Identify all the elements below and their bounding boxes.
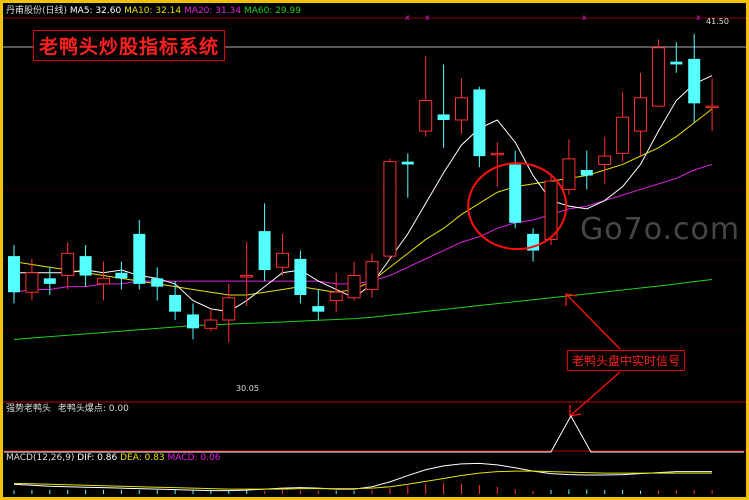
ma60-readout: MA60: 29.99 [243, 6, 301, 16]
macd-value: MACD: 0.06 [167, 453, 221, 463]
macd-dea: DEA: 0.83 [120, 453, 165, 463]
chart-frame [0, 0, 749, 500]
indicator-value: 老鸭头爆点: 0.00 [57, 404, 129, 414]
macd-header: MACD(12,26,9) DIF: 0.86 DEA: 0.83 MACD: … [6, 453, 220, 464]
chart-title: 老鸭头炒股指标系统 [33, 30, 226, 61]
macd-dif: DIF: 0.86 [77, 453, 118, 463]
price-header: 丹甫股份(日线) MA5: 32.60 MA10: 32.14 MA20: 31… [6, 6, 301, 17]
macd-name: MACD(12,26,9) [6, 453, 75, 463]
indicator-name: 强势老鸭头 [6, 404, 52, 414]
price-low-label: 30.05 [236, 384, 259, 393]
ma5-readout: MA5: 32.60 [69, 6, 122, 16]
stock-name: 丹甫股份(日线) [6, 6, 68, 16]
indicator-header: 强势老鸭头 老鸭头爆点: 0.00 [6, 404, 129, 415]
signal-annotation: 老鸭头盘中实时信号 [567, 350, 686, 371]
ma10-readout: MA10: 32.14 [124, 6, 182, 16]
ma20-readout: MA20: 31.34 [184, 6, 242, 16]
watermark: Go7o.com [580, 212, 741, 247]
price-high-label: 41.50 [706, 17, 729, 26]
